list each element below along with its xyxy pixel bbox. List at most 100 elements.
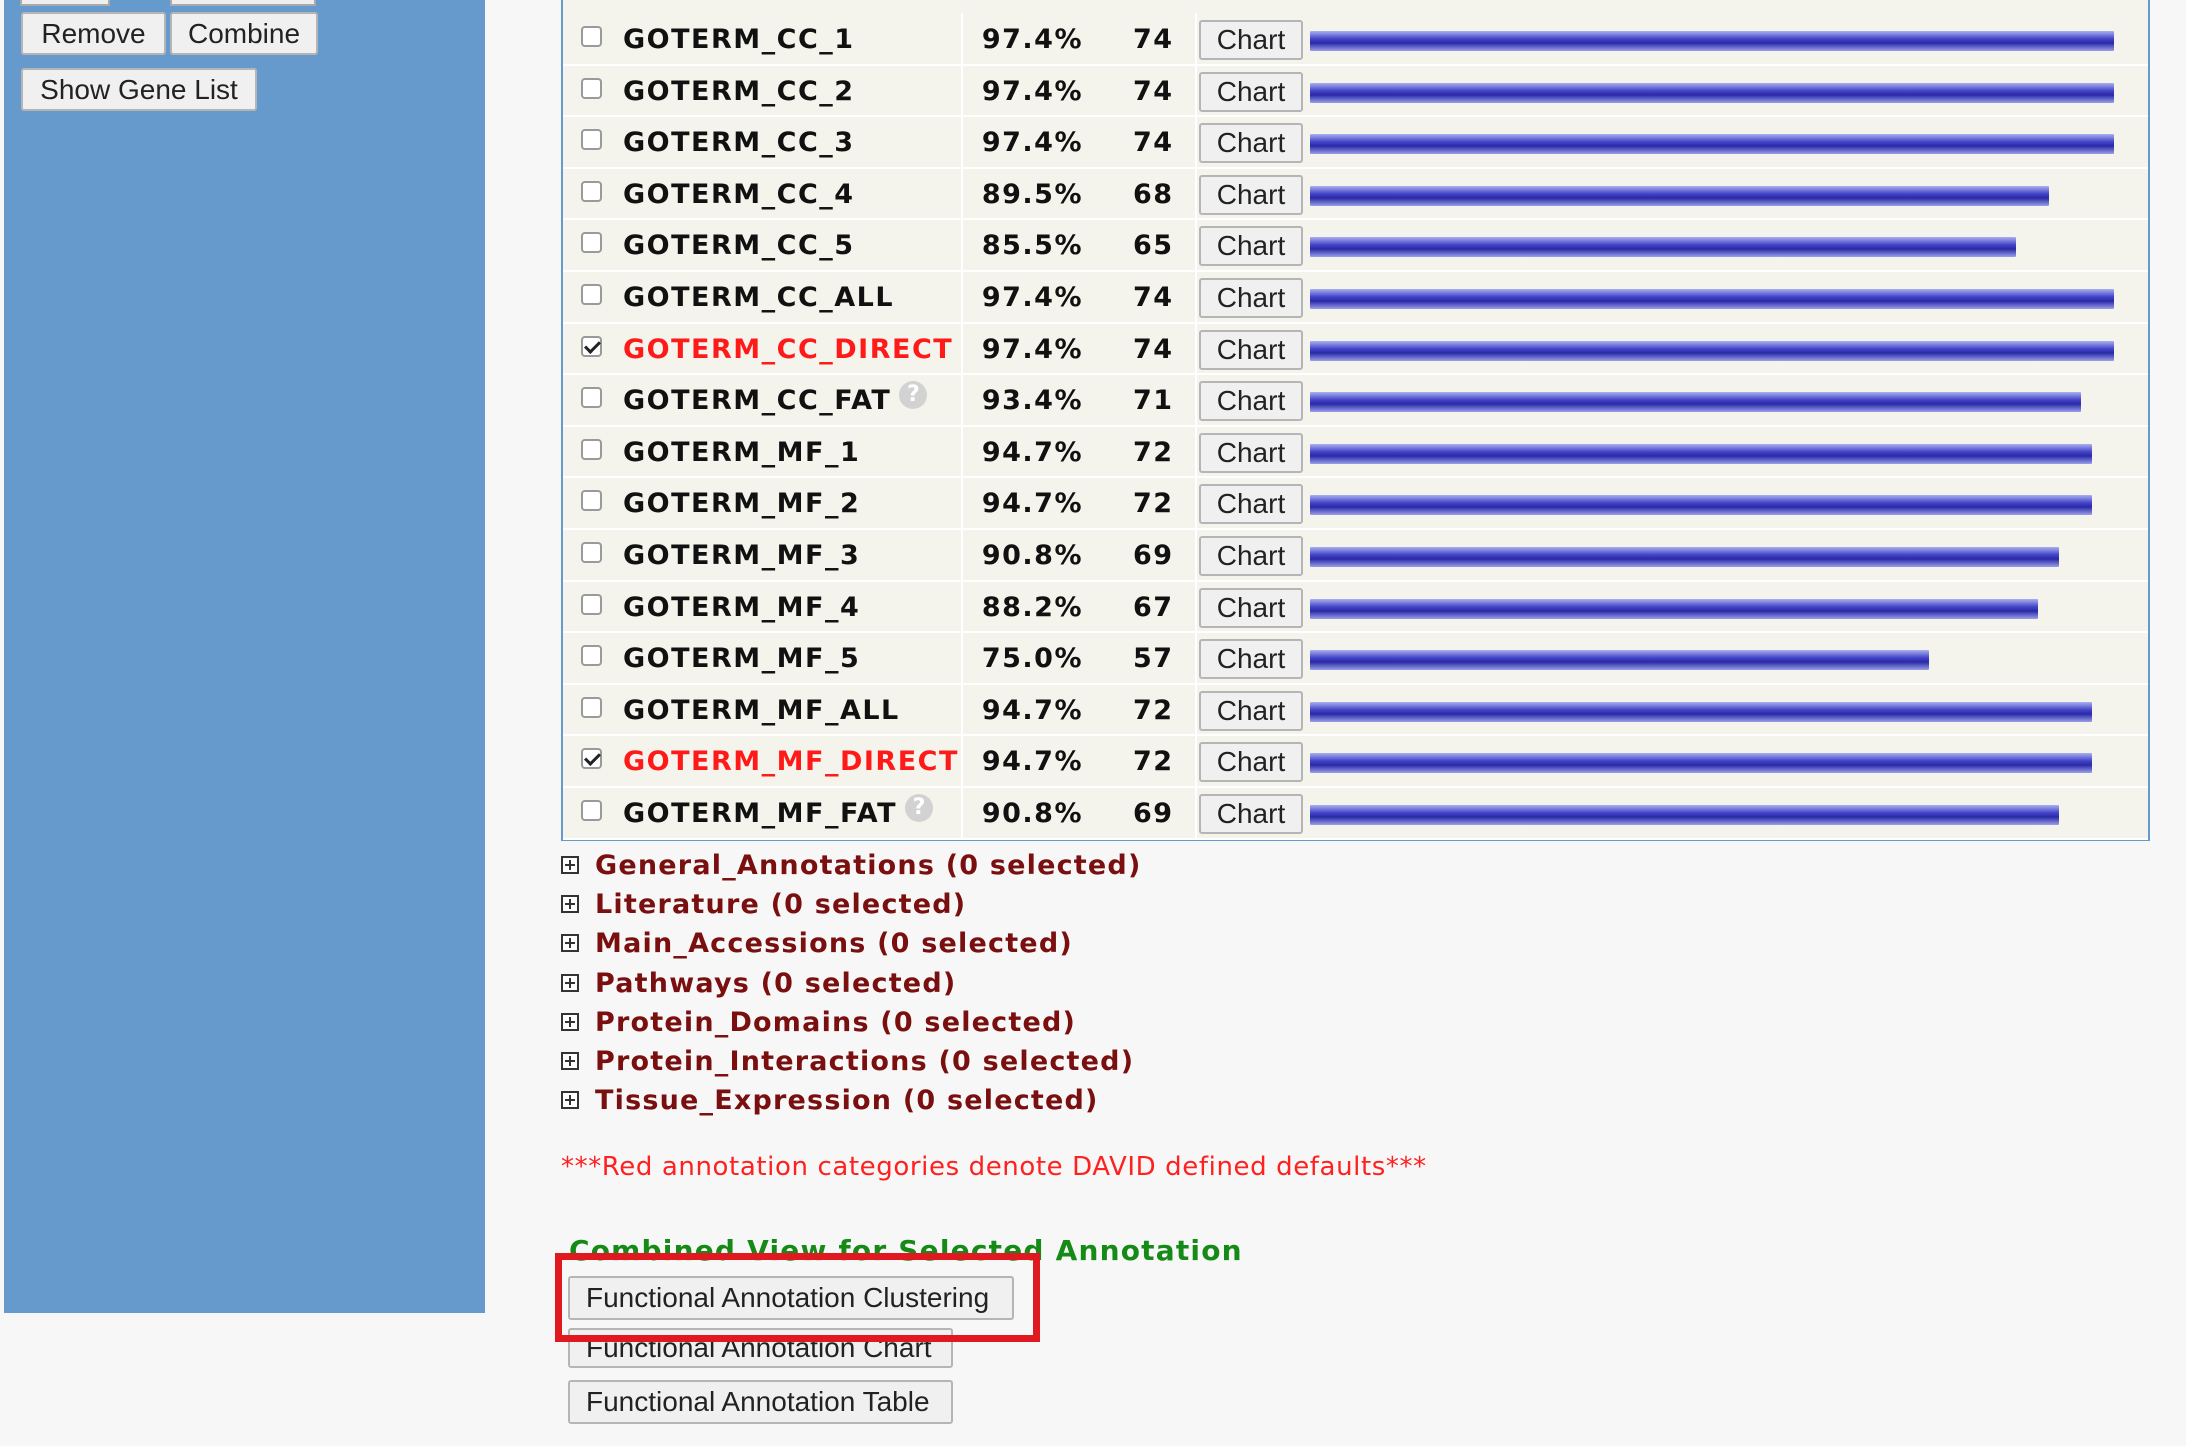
- chart-button[interactable]: Chart: [1199, 742, 1303, 783]
- category-count: 72: [1133, 694, 1174, 726]
- annotation-group-toggle[interactable]: Tissue_Expression (0 selected): [561, 1083, 1099, 1117]
- coverage-bar: [1310, 237, 2016, 258]
- chart-button[interactable]: Chart: [1199, 690, 1303, 731]
- default-categories-note: ***Red annotation categories denote DAVI…: [561, 1152, 1427, 1182]
- category-checkbox[interactable]: [581, 490, 602, 512]
- category-checkbox[interactable]: [581, 129, 602, 151]
- annotation-group-label[interactable]: Pathways (0 selected): [595, 968, 956, 999]
- chart-button[interactable]: Chart: [1199, 329, 1303, 370]
- category-checkbox[interactable]: [581, 180, 602, 202]
- annotation-group-label[interactable]: Tissue_Expression (0 selected): [595, 1085, 1099, 1116]
- chart-button[interactable]: Chart: [1199, 587, 1303, 628]
- chart-button[interactable]: Chart: [1199, 278, 1303, 318]
- category-name-text: GOTERM_MF_1: [623, 436, 861, 468]
- category-checkbox[interactable]: [581, 438, 602, 460]
- category-percent: 90.8%: [981, 798, 1083, 829]
- category-checkbox[interactable]: [581, 284, 602, 305]
- category-name-text: GOTERM_MF_FAT: [623, 798, 898, 829]
- category-checkbox[interactable]: [581, 387, 602, 409]
- coverage-bar: [1310, 134, 2114, 155]
- category-count: 67: [1133, 591, 1174, 623]
- annotation-group-label[interactable]: Protein_Domains (0 selected): [595, 1007, 1076, 1038]
- annotation-row: GOTERM_MF_2 94.7% 72 Chart: [563, 477, 2148, 530]
- category-percent: 89.5%: [981, 178, 1083, 210]
- annotation-row: GOTERM_MF_1 94.7% 72 Chart: [563, 425, 2148, 479]
- expand-plus-icon[interactable]: [561, 974, 579, 992]
- functional-annotation-table-button[interactable]: Functional Annotation Table: [568, 1380, 953, 1424]
- category-percent: 94.7%: [981, 436, 1083, 468]
- chart-button[interactable]: Chart: [1199, 20, 1303, 60]
- category-checkbox[interactable]: [581, 696, 602, 718]
- category-name: GOTERM_CC_2: [623, 76, 855, 107]
- category-count: 74: [1133, 282, 1174, 313]
- combine-button[interactable]: Combine: [170, 12, 318, 55]
- category-name-text: GOTERM_CC_2: [623, 75, 855, 107]
- expand-plus-icon[interactable]: [561, 1013, 579, 1031]
- chart-button[interactable]: Chart: [1199, 484, 1303, 525]
- expand-plus-icon[interactable]: [561, 1091, 579, 1109]
- help-icon[interactable]: ?: [905, 794, 934, 822]
- category-name: GOTERM_CC_5: [623, 230, 855, 261]
- category-checkbox[interactable]: [581, 26, 602, 47]
- chart-button[interactable]: Chart: [1199, 536, 1303, 576]
- category-count: 69: [1133, 798, 1174, 829]
- category-percent: 97.4%: [981, 75, 1083, 107]
- category-name-text: GOTERM_CC_DIRECT: [623, 333, 954, 365]
- annotation-group-label[interactable]: Main_Accessions (0 selected): [595, 928, 1073, 959]
- category-checkbox[interactable]: [581, 800, 602, 821]
- category-count: 74: [1133, 127, 1174, 159]
- annotation-group-toggle[interactable]: Protein_Domains (0 selected): [561, 1005, 1076, 1039]
- coverage-bar: [1310, 701, 2092, 722]
- category-name: GOTERM_CC_ALL: [623, 282, 894, 313]
- annotation-group-label[interactable]: General_Annotations (0 selected): [595, 850, 1141, 881]
- category-checkbox[interactable]: [581, 335, 602, 357]
- chart-button[interactable]: Chart: [1199, 381, 1303, 422]
- annotation-group-toggle[interactable]: General_Annotations (0 selected): [561, 848, 1141, 882]
- category-checkbox[interactable]: [581, 748, 602, 770]
- expand-plus-icon[interactable]: [561, 895, 579, 913]
- category-checkbox[interactable]: [581, 645, 602, 667]
- annotation-group-label[interactable]: Literature (0 selected): [595, 889, 966, 920]
- chart-button[interactable]: Chart: [1199, 174, 1303, 215]
- chart-button[interactable]: Chart: [1199, 432, 1303, 473]
- partial-button[interactable]: [20, 0, 110, 6]
- category-percent: 97.4%: [981, 127, 1083, 159]
- chart-button[interactable]: Chart: [1199, 71, 1303, 112]
- category-checkbox[interactable]: [581, 593, 602, 615]
- annotation-group-toggle[interactable]: Protein_Interactions (0 selected): [561, 1044, 1134, 1078]
- category-count: 69: [1133, 540, 1174, 571]
- annotation-group-label[interactable]: Protein_Interactions (0 selected): [595, 1046, 1134, 1077]
- chart-button[interactable]: Chart: [1199, 123, 1303, 164]
- coverage-bar: [1310, 185, 2049, 206]
- chart-button[interactable]: Chart: [1199, 794, 1303, 834]
- category-checkbox[interactable]: [581, 232, 602, 254]
- category-percent: 85.5%: [981, 230, 1083, 262]
- annotation-group-toggle[interactable]: Pathways (0 selected): [561, 966, 956, 1000]
- show-gene-list-button[interactable]: Show Gene List: [21, 68, 257, 111]
- coverage-bar: [1310, 805, 2059, 825]
- category-count: 74: [1133, 333, 1174, 365]
- category-checkbox[interactable]: [581, 77, 602, 99]
- remove-button[interactable]: Remove: [21, 12, 166, 55]
- expand-plus-icon[interactable]: [561, 1052, 579, 1070]
- help-icon[interactable]: ?: [899, 381, 928, 410]
- annotation-group-toggle[interactable]: Main_Accessions (0 selected): [561, 926, 1073, 960]
- partial-button[interactable]: [170, 0, 316, 6]
- combined-view-heading: Combined View for Selected Annotation: [569, 1234, 1243, 1267]
- expand-plus-icon[interactable]: [561, 934, 579, 952]
- category-count: 57: [1133, 643, 1174, 675]
- category-name-text: GOTERM_MF_ALL: [623, 694, 900, 726]
- functional-annotation-chart-button[interactable]: Functional Annotation Chart: [568, 1328, 953, 1368]
- chart-button[interactable]: Chart: [1199, 639, 1303, 680]
- category-count: 71: [1133, 385, 1174, 417]
- category-checkbox[interactable]: [581, 542, 602, 563]
- category-name: GOTERM_MF_2: [623, 488, 860, 519]
- annotation-group-toggle[interactable]: Literature (0 selected): [561, 887, 966, 921]
- category-name-text: GOTERM_CC_ALL: [623, 282, 895, 313]
- category-name-text: GOTERM_MF_2: [623, 488, 861, 520]
- chart-button[interactable]: Chart: [1199, 226, 1303, 267]
- category-name-text: GOTERM_MF_3: [623, 540, 861, 571]
- expand-plus-icon[interactable]: [561, 856, 579, 874]
- category-name-text: GOTERM_MF_4: [623, 591, 861, 623]
- functional-annotation-clustering-button[interactable]: Functional Annotation Clustering: [568, 1276, 1014, 1320]
